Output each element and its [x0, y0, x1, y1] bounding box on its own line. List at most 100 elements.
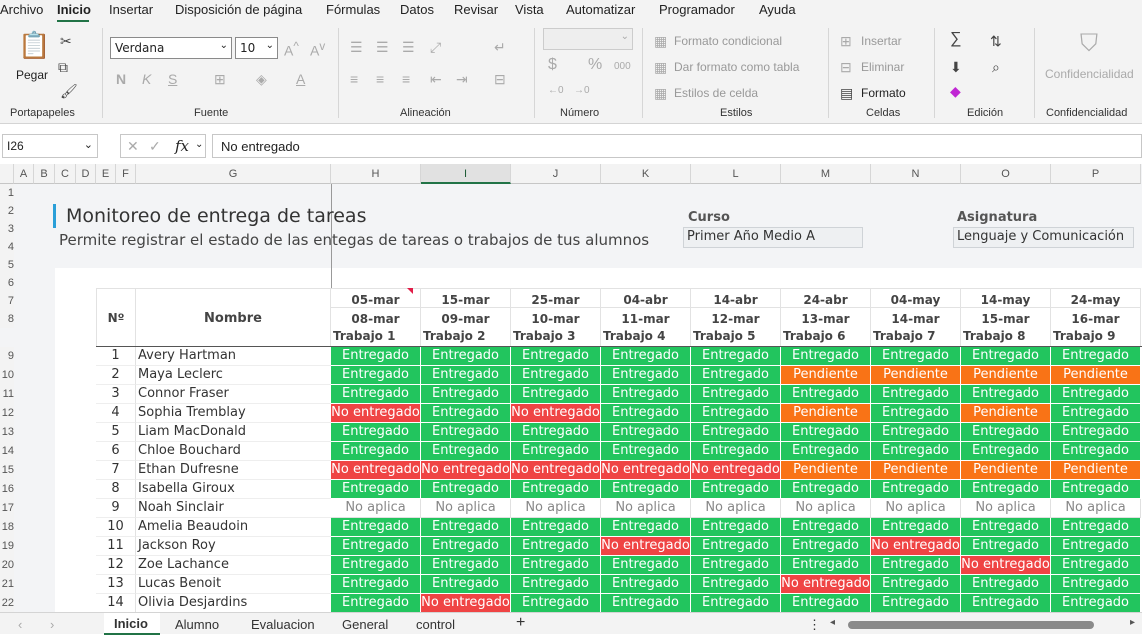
status-cell[interactable]: Entregado — [511, 423, 601, 442]
status-cell[interactable]: Entregado — [601, 480, 691, 499]
align-center-icon[interactable]: ≡ — [376, 72, 384, 86]
column-header[interactable]: C — [55, 164, 76, 184]
column-header[interactable]: K — [601, 164, 691, 184]
format-table-icon[interactable]: ▦ — [654, 60, 667, 74]
subject-field[interactable]: Lenguaje y Comunicación — [953, 227, 1134, 248]
column-header[interactable]: B — [34, 164, 55, 184]
format-cells-icon[interactable]: ▤ — [840, 86, 853, 100]
status-cell[interactable]: Entregado — [331, 518, 421, 537]
status-cell[interactable]: Entregado — [1051, 442, 1141, 461]
status-cell[interactable]: Entregado — [781, 594, 871, 612]
row-header[interactable]: 14 — [0, 442, 14, 461]
name-box[interactable]: I26 ⌄ — [2, 134, 98, 158]
menu-datos[interactable]: Datos — [400, 2, 434, 17]
percent-icon[interactable]: % — [588, 57, 602, 73]
status-cell[interactable]: Entregado — [1051, 347, 1141, 366]
insert-cells-button[interactable]: Insertar — [861, 34, 902, 48]
status-cell[interactable]: Entregado — [961, 480, 1051, 499]
status-cell[interactable]: Entregado — [961, 442, 1051, 461]
status-cell[interactable]: Pendiente — [1051, 461, 1141, 480]
menu-automatizar[interactable]: Automatizar — [566, 2, 635, 17]
status-cell[interactable]: Entregado — [511, 442, 601, 461]
column-header[interactable]: J — [511, 164, 601, 184]
indent-icon[interactable]: ⇤ — [430, 72, 442, 86]
sheet-tab-control[interactable]: control — [416, 617, 455, 632]
row-header[interactable]: 12 — [0, 404, 14, 423]
sheet-tab-general[interactable]: General — [342, 617, 388, 632]
menu-disposicion[interactable]: Disposición de página — [175, 2, 302, 17]
italic-icon[interactable]: K — [142, 72, 151, 86]
status-cell[interactable]: No aplica — [871, 499, 961, 518]
row-header[interactable]: 15 — [0, 461, 14, 480]
status-cell[interactable]: No entregado — [781, 575, 871, 594]
scroll-left-icon[interactable]: ‹ — [18, 617, 22, 632]
status-cell[interactable]: Entregado — [511, 594, 601, 612]
status-cell[interactable]: Entregado — [511, 366, 601, 385]
course-field[interactable]: Primer Año Medio A — [683, 227, 863, 248]
status-cell[interactable]: Entregado — [511, 518, 601, 537]
row-header[interactable]: 5 — [0, 256, 14, 274]
status-cell[interactable]: Entregado — [691, 347, 781, 366]
cell-styles-button[interactable]: Estilos de celda — [674, 86, 758, 100]
status-cell[interactable]: Entregado — [511, 575, 601, 594]
delete-cells-button[interactable]: Eliminar — [861, 60, 904, 74]
status-cell[interactable]: Entregado — [1051, 556, 1141, 575]
row-header[interactable]: 20 — [0, 556, 14, 575]
status-cell[interactable]: Pendiente — [871, 461, 961, 480]
status-cell[interactable]: Entregado — [781, 442, 871, 461]
menu-revisar[interactable]: Revisar — [454, 2, 498, 17]
bold-icon[interactable]: N — [116, 72, 126, 86]
column-header[interactable]: A — [14, 164, 34, 184]
status-cell[interactable]: Entregado — [1051, 423, 1141, 442]
status-cell[interactable]: Entregado — [781, 385, 871, 404]
status-cell[interactable]: Pendiente — [781, 404, 871, 423]
formula-input[interactable]: No entregado — [212, 134, 1142, 158]
borders-icon[interactable]: ⊞ — [214, 72, 226, 86]
status-cell[interactable]: Entregado — [601, 594, 691, 612]
row-header[interactable]: 21 — [0, 575, 14, 594]
thousands-icon[interactable]: 000 — [614, 60, 631, 74]
status-cell[interactable]: Entregado — [961, 347, 1051, 366]
status-cell[interactable]: No aplica — [601, 499, 691, 518]
status-cell[interactable]: Entregado — [1051, 575, 1141, 594]
autosum-icon[interactable]: ∑ — [950, 31, 961, 47]
status-cell[interactable]: Entregado — [421, 423, 511, 442]
status-cell[interactable]: Entregado — [331, 537, 421, 556]
status-cell[interactable]: No entregado — [871, 537, 961, 556]
status-cell[interactable]: Entregado — [601, 423, 691, 442]
status-cell[interactable]: Entregado — [871, 480, 961, 499]
row-header[interactable]: 6 — [0, 274, 14, 292]
status-cell[interactable]: Entregado — [691, 423, 781, 442]
column-header[interactable]: D — [76, 164, 96, 184]
status-cell[interactable]: Entregado — [1051, 518, 1141, 537]
status-cell[interactable]: Entregado — [691, 404, 781, 423]
status-cell[interactable]: Entregado — [1051, 480, 1141, 499]
orientation-icon[interactable]: ⤢ — [430, 40, 441, 54]
currency-icon[interactable]: $ — [548, 57, 557, 73]
status-cell[interactable]: Entregado — [1051, 537, 1141, 556]
status-cell[interactable]: Entregado — [331, 575, 421, 594]
status-cell[interactable]: Pendiente — [961, 366, 1051, 385]
row-header[interactable]: 22 — [0, 594, 14, 612]
row-header[interactable]: 4 — [0, 238, 14, 256]
status-cell[interactable]: Entregado — [781, 556, 871, 575]
status-cell[interactable]: Entregado — [511, 347, 601, 366]
status-cell[interactable]: Entregado — [421, 480, 511, 499]
status-cell[interactable]: No aplica — [421, 499, 511, 518]
scroll-right-arrow-icon[interactable]: ▸ — [1130, 617, 1135, 628]
copy-icon[interactable]: ⧉ — [58, 60, 68, 74]
align-left-icon[interactable]: ≡ — [350, 72, 358, 86]
status-cell[interactable]: Entregado — [871, 347, 961, 366]
status-cell[interactable]: No entregado — [331, 461, 421, 480]
status-cell[interactable]: Entregado — [781, 537, 871, 556]
status-cell[interactable]: Entregado — [961, 594, 1051, 612]
menu-formulas[interactable]: Fórmulas — [326, 2, 380, 17]
menu-ayuda[interactable]: Ayuda — [759, 2, 796, 17]
row-header[interactable]: 7 — [0, 292, 14, 310]
fill-icon[interactable]: ⬇ — [950, 60, 962, 74]
format-table-button[interactable]: Dar formato como tabla — [674, 60, 799, 74]
column-header[interactable]: G — [136, 164, 331, 184]
align-bottom-icon[interactable]: ☰ — [402, 40, 415, 54]
column-header[interactable]: N — [871, 164, 961, 184]
menu-vista[interactable]: Vista — [515, 2, 544, 17]
